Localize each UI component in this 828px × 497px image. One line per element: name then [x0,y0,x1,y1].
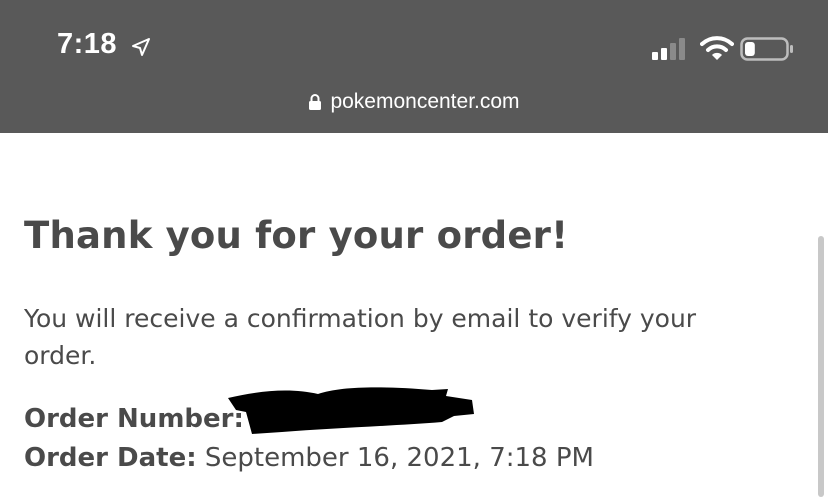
url-text: pokemoncenter.com [330,90,520,113]
status-time: 7:18 [57,28,118,60]
address-bar[interactable]: pokemoncenter.com [0,88,828,116]
page-title: Thank you for your order! [24,214,569,257]
signal-icon [652,38,685,60]
lock-icon [309,94,322,110]
redaction-scribble [228,387,474,434]
order-date-label: Order Date: [24,443,197,473]
order-date-value: September 16, 2021, 7:18 PM [204,443,594,473]
status-bar: 7:18 pokemoncenter.com [0,0,828,133]
location-arrow-icon [132,38,150,56]
confirmation-message: You will receive a confirmation by email… [24,304,697,370]
order-number-row: Order Number: [24,404,244,434]
wifi-icon [700,36,734,60]
order-confirmation: Thank you for your order! [24,214,804,257]
scrollbar[interactable] [818,236,824,497]
order-number-label: Order Number: [24,404,244,434]
order-date-row: Order Date: September 16, 2021, 7:18 PM [24,443,594,473]
battery-icon [740,37,793,61]
